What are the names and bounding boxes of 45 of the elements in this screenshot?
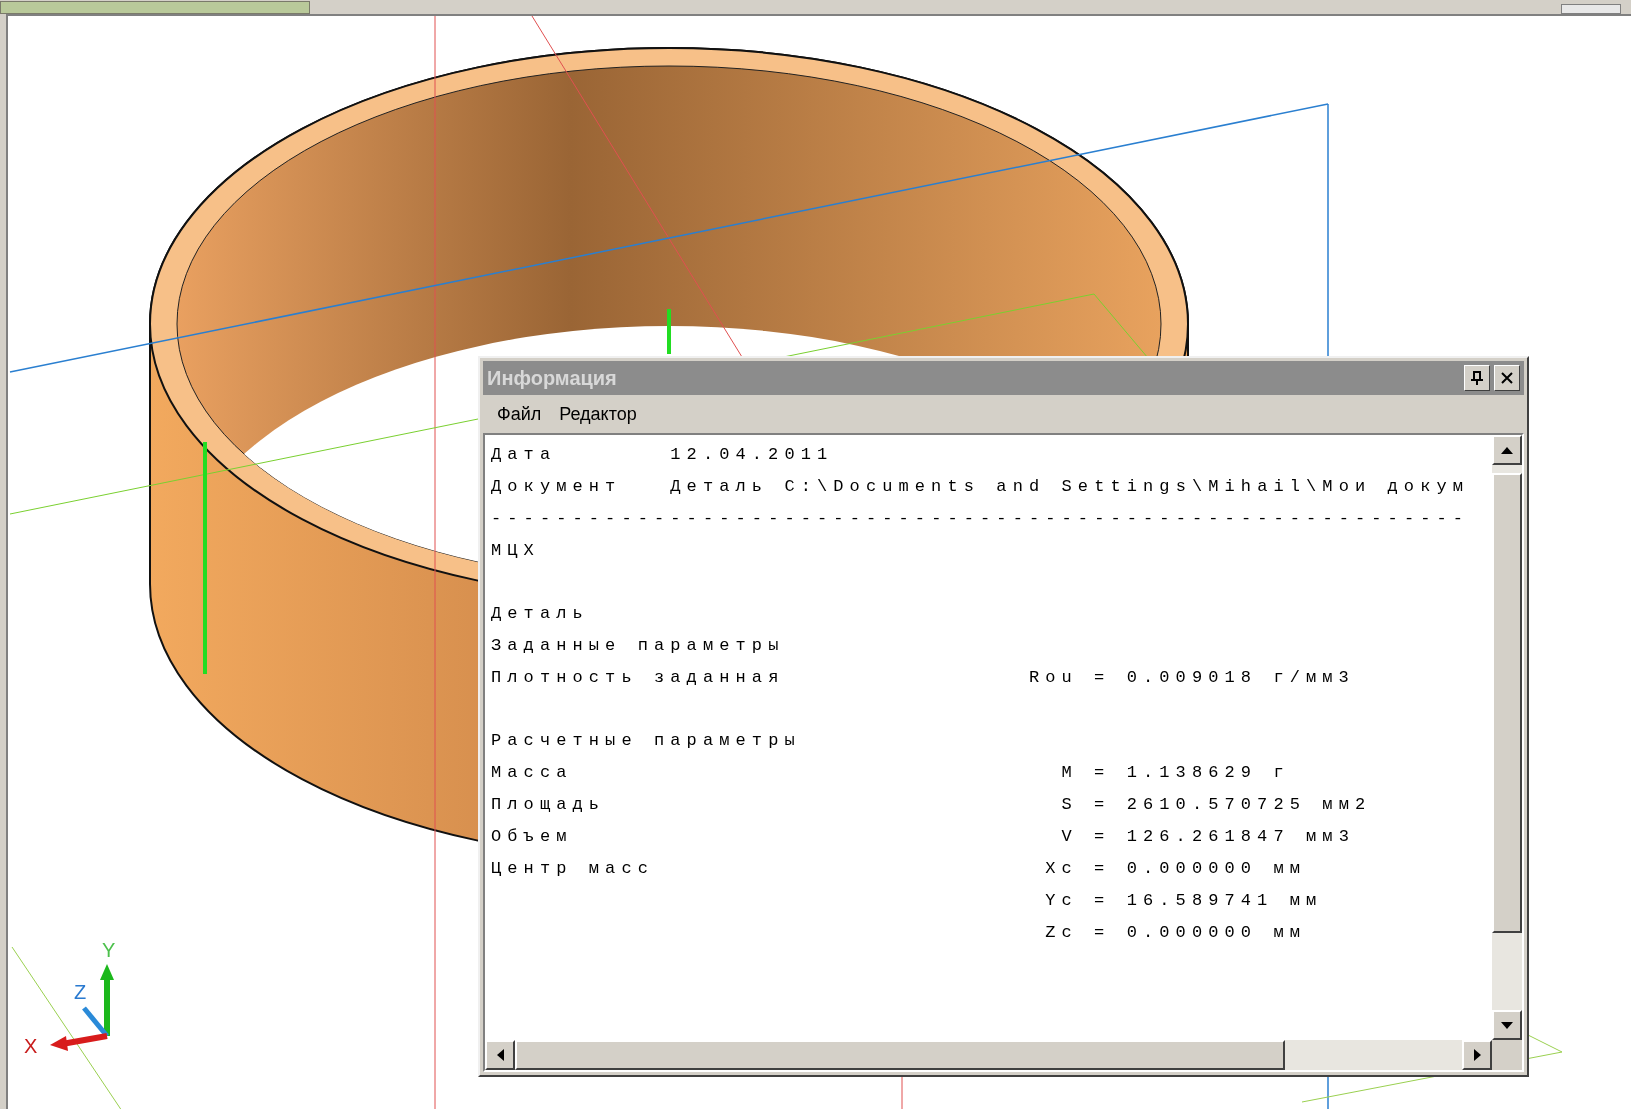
field-label: Дата <box>491 444 557 466</box>
x-axis-label: X <box>24 1036 38 1056</box>
parameter-value: Rou = 0.009018 г/мм3 <box>1028 667 1355 689</box>
parameter-label: Площадь <box>491 794 606 816</box>
parameter-label: Плотность заданная <box>491 667 785 689</box>
scroll-up-button[interactable] <box>1492 435 1522 465</box>
vertical-scrollbar[interactable] <box>1492 435 1522 1040</box>
menu-item[interactable]: Файл <box>489 398 550 430</box>
pin-icon <box>1471 371 1483 385</box>
y-axis-label: Y <box>102 940 116 960</box>
scroll-left-button[interactable] <box>485 1040 515 1070</box>
field-label: Документ <box>491 476 622 498</box>
window-buttons-drawing[interactable] <box>1561 4 1621 14</box>
close-button[interactable] <box>1494 365 1520 391</box>
pin-button[interactable] <box>1464 365 1490 391</box>
text-line: Заданные параметры <box>491 635 785 657</box>
scroll-thumb[interactable] <box>1492 473 1522 933</box>
window-title: Информация <box>487 366 618 391</box>
down-arrow-icon <box>1501 1021 1513 1029</box>
parameter-label: Объем <box>491 826 573 848</box>
parameter-value: Yc = 16.589741 мм <box>1045 890 1323 912</box>
field-value: 12.04.2011 <box>670 444 834 466</box>
parameter-label: Масса <box>491 762 573 784</box>
scrollbar-corner <box>1492 1040 1522 1070</box>
text-line: Деталь <box>491 603 589 625</box>
menu-item[interactable]: Редактор <box>551 398 645 430</box>
text-line: Расчетные параметры <box>491 730 801 752</box>
parameter-value: M = 1.138629 г <box>1061 762 1290 784</box>
close-icon <box>1501 372 1513 384</box>
left-arrow-icon <box>496 1049 504 1061</box>
parameter-value: V = 126.261847 мм3 <box>1061 826 1355 848</box>
horizontal-scrollbar[interactable] <box>485 1040 1492 1070</box>
dashed-rule: ------------------------------------------------------------ <box>491 508 1470 530</box>
parameter-label: Центр масс <box>491 858 655 880</box>
z-axis-label: Z <box>74 982 87 1002</box>
parameter-value: Xc = 0.000000 мм <box>1045 858 1306 880</box>
up-arrow-icon <box>1501 446 1513 454</box>
scroll-down-button[interactable] <box>1492 1010 1522 1040</box>
scroll-right-button[interactable] <box>1462 1040 1492 1070</box>
field-value: Деталь C:\Documents and Settings\Mihail\Мои докум <box>670 476 1470 498</box>
parameter-value: S = 2610.570725 мм2 <box>1061 794 1372 816</box>
right-arrow-icon <box>1473 1049 1481 1061</box>
text-line: МЦХ <box>491 540 540 562</box>
scroll-thumb[interactable] <box>515 1040 1285 1070</box>
parameter-value: Zc = 0.000000 мм <box>1045 922 1306 944</box>
